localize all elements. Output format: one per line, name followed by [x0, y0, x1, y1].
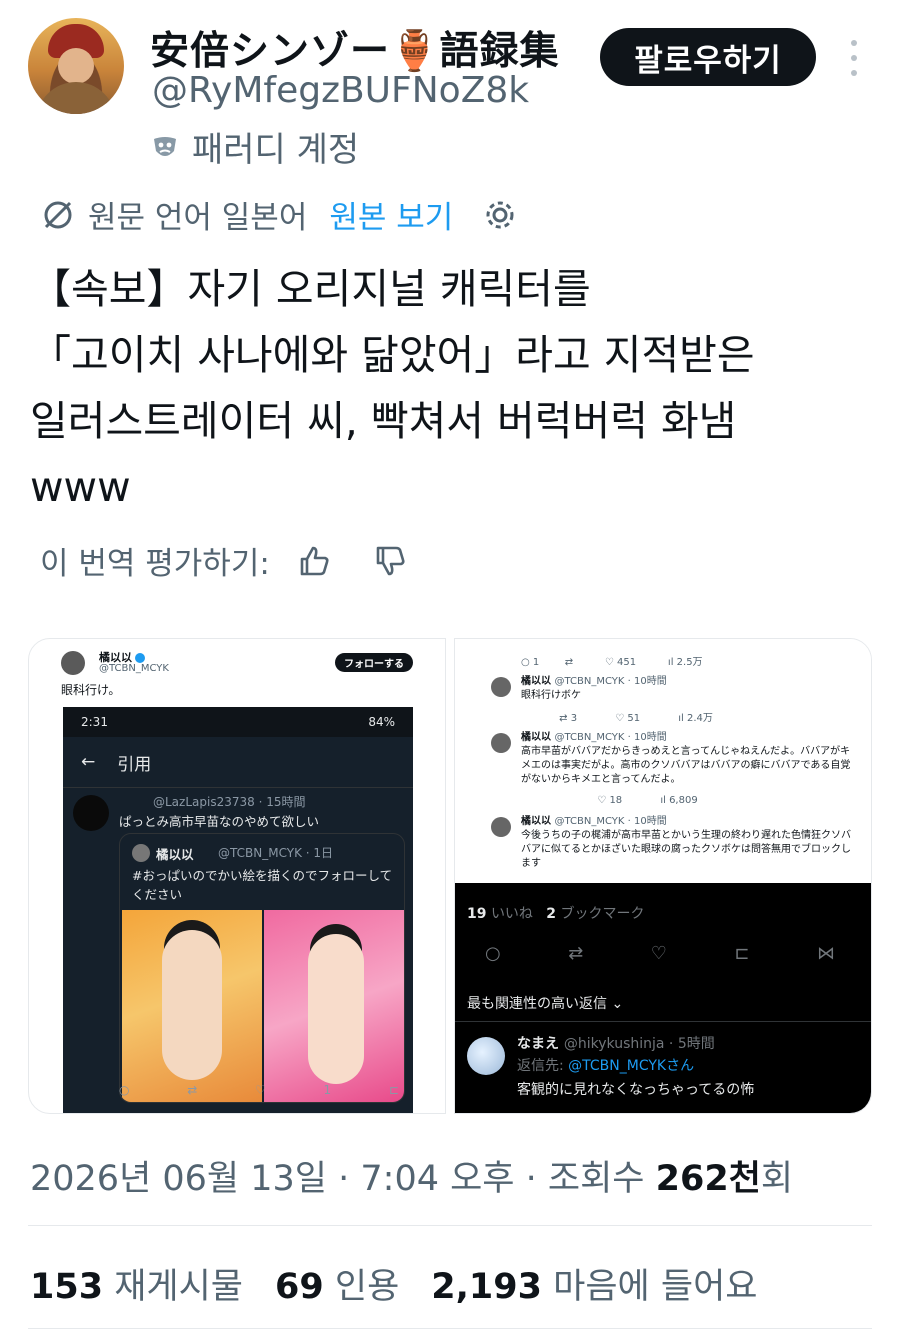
illustration-right	[264, 910, 404, 1102]
action-row: ⇄ 3 ♡ 51 ıl 2.4万	[521, 713, 713, 724]
more-icon[interactable]	[844, 40, 864, 76]
illustration-left	[122, 910, 262, 1102]
verified-icon	[135, 653, 145, 663]
phone-header: ← 引用	[63, 741, 413, 783]
tweet-line: www	[30, 463, 131, 511]
inner-post-text: #おっぱいのでかい絵を描くのでフォローしてください	[132, 868, 393, 902]
quoted-text: ぱっとみ高市早苗なのやめて欲しい	[119, 814, 320, 829]
likes-stat[interactable]: 2,193 마음에 들어요	[431, 1258, 757, 1309]
inner-author-name: 橘以以	[156, 847, 194, 862]
reply-icon: ○	[485, 943, 501, 964]
tweet-time[interactable]: 7:04 오후	[360, 1159, 514, 1199]
views-label: 조회수	[547, 1159, 645, 1199]
reply-to: 返信先: @TCBN_MCYKさん	[517, 1058, 695, 1074]
profile-name[interactable]: 安倍シンゾー🏺語録集	[150, 20, 560, 76]
divider	[455, 1021, 871, 1022]
like-icon: ♡	[255, 1083, 266, 1097]
thumbs-down-icon[interactable]	[372, 543, 408, 579]
show-original-link[interactable]: 원본 보기	[329, 192, 453, 237]
follow-button[interactable]: 팔로우하기	[600, 28, 816, 86]
divider	[28, 1225, 872, 1226]
parody-mask-icon	[150, 132, 180, 162]
inner-author-handle: @TCBN_MCYK · 1日	[218, 846, 334, 860]
tweet-text: 【속보】자기 오리지널 캐릭터를 「고이치 사나에와 닮았어」라고 지적받은 일…	[30, 256, 870, 520]
phone-screenshot: 2:31 84% ← 引用 @LazLapis23738 · 15時間 ぱっとみ…	[63, 707, 413, 1113]
tweet-date[interactable]: 2026년 06월 13일	[30, 1159, 327, 1199]
quotes-stat[interactable]: 69 인용	[275, 1258, 399, 1309]
views-suffix: 회	[760, 1159, 794, 1199]
follow-button: フォローする	[335, 653, 413, 672]
views-value: 262천	[655, 1159, 761, 1199]
profile-handle[interactable]: @RyMfegzBUFNoZ8k	[152, 70, 529, 111]
engagement-stats: 19 いいね 2 ブックマーク	[467, 906, 645, 922]
divider	[28, 1328, 872, 1329]
parody-label: 패러디 계정	[192, 130, 360, 170]
status-battery: 84%	[368, 715, 395, 729]
divider	[63, 787, 413, 788]
post-text: 眼科行け。	[61, 683, 121, 697]
like-icon: ♡	[650, 943, 667, 964]
reply-text: 客観的に見れなくなっちゃってるの怖	[517, 1082, 755, 1098]
action-bar: ○ ⇄ ♡ ⊏ ⋈	[485, 943, 835, 964]
tweet-meta: 2026년 06월 13일 · 7:04 오후 · 조회수 262천회	[30, 1159, 794, 1199]
bookmark-icon: ⊏	[734, 943, 750, 964]
tweet-line: 「고이치 사나에와 닮았어」라고 지적받은	[30, 331, 755, 379]
avatar-coat	[36, 82, 116, 114]
thumbs-up-icon[interactable]	[296, 543, 332, 579]
avatar-face	[58, 48, 94, 84]
status-bar: 2:31 84%	[63, 707, 413, 737]
quoted-handle: @LazLapis23738 · 15時間	[153, 795, 306, 809]
avatar	[467, 1037, 505, 1075]
thread-post: 橘以以 @TCBN_MCYK · 10時間 眼科行けボケ	[491, 675, 863, 711]
rate-translation-label: 이 번역 평가하기:	[40, 546, 270, 582]
repost-icon: ⇄	[187, 1083, 198, 1097]
repost-icon: ⇄	[568, 943, 584, 964]
tweet-line: 일러스트레이터 씨, 빡쳐서 버럭버럭 화냄	[30, 397, 737, 445]
thread-post: 橘以以 @TCBN_MCYK · 10時間 高市早苗がババアだからきっめえと言っ…	[491, 731, 863, 791]
rate-translation-row: 이 번역 평가하기:	[40, 538, 408, 583]
avatar	[73, 795, 109, 831]
action-row: ♡ 18 ıl 6,809	[521, 795, 698, 806]
reply-sort: 最も関連性の高い返信 ⌄	[467, 996, 624, 1012]
reposts-stat[interactable]: 153 재게시물	[30, 1258, 243, 1309]
profile-avatar[interactable]	[28, 18, 124, 114]
back-arrow-icon: ←	[81, 752, 96, 772]
media-image-right[interactable]: ○ 1 ⇄ ♡ 451 ıl 2.5万 橘以以 @TCBN_MCYK · 10時…	[454, 638, 872, 1114]
parody-label-row: 패러디 계정	[150, 122, 359, 171]
views-count: 1	[323, 1083, 332, 1097]
thread-screenshot: ○ 1 ⇄ ♡ 451 ıl 2.5万 橘以以 @TCBN_MCYK · 10時…	[455, 639, 871, 883]
avatar	[132, 844, 150, 862]
reply-author: なまえ @hikykushinja · 5時間	[517, 1036, 715, 1052]
tweet-stats: 153 재게시물 69 인용 2,193 마음에 들어요	[30, 1258, 757, 1309]
bookmark-icon: ⊏	[388, 1083, 399, 1097]
dark-thread-screenshot: 19 いいね 2 ブックマーク ○ ⇄ ♡ ⊏ ⋈ 最も関連性の高い返信 ⌄ な…	[455, 883, 871, 1113]
reply-icon: ○	[119, 1083, 130, 1097]
translation-row: 원문 언어 일본어 원본 보기	[40, 192, 517, 237]
quoted-card: 橘以以 @TCBN_MCYK · 1日 #おっぱいのでかい絵を描くのでフォローし…	[119, 833, 405, 1103]
media-image-left[interactable]: 橘以以 @TCBN_MCYK フォローする 眼科行け。 2:31 84% ← 引…	[28, 638, 446, 1114]
avatar	[61, 651, 85, 675]
gear-icon[interactable]	[483, 198, 517, 232]
no-translate-icon	[44, 201, 72, 228]
action-row: ○ 1 ⇄ ♡ 451 ıl 2.5万	[521, 657, 703, 668]
source-language-text: 원문 언어 일본어	[88, 200, 308, 236]
author-handle: @TCBN_MCYK	[99, 663, 169, 674]
share-icon: ⋈	[816, 943, 835, 964]
thread-post: 橘以以 @TCBN_MCYK · 10時間 今後うちの子の梶浦が高市早苗とかいう…	[491, 815, 863, 875]
tweet-line: 【속보】자기 오리지널 캐릭터를	[30, 265, 591, 313]
status-time: 2:31	[81, 715, 108, 729]
header-title: 引用	[117, 754, 152, 775]
phone-action-bar: ○ ⇄ ♡ 1 ⊏	[119, 1083, 399, 1097]
